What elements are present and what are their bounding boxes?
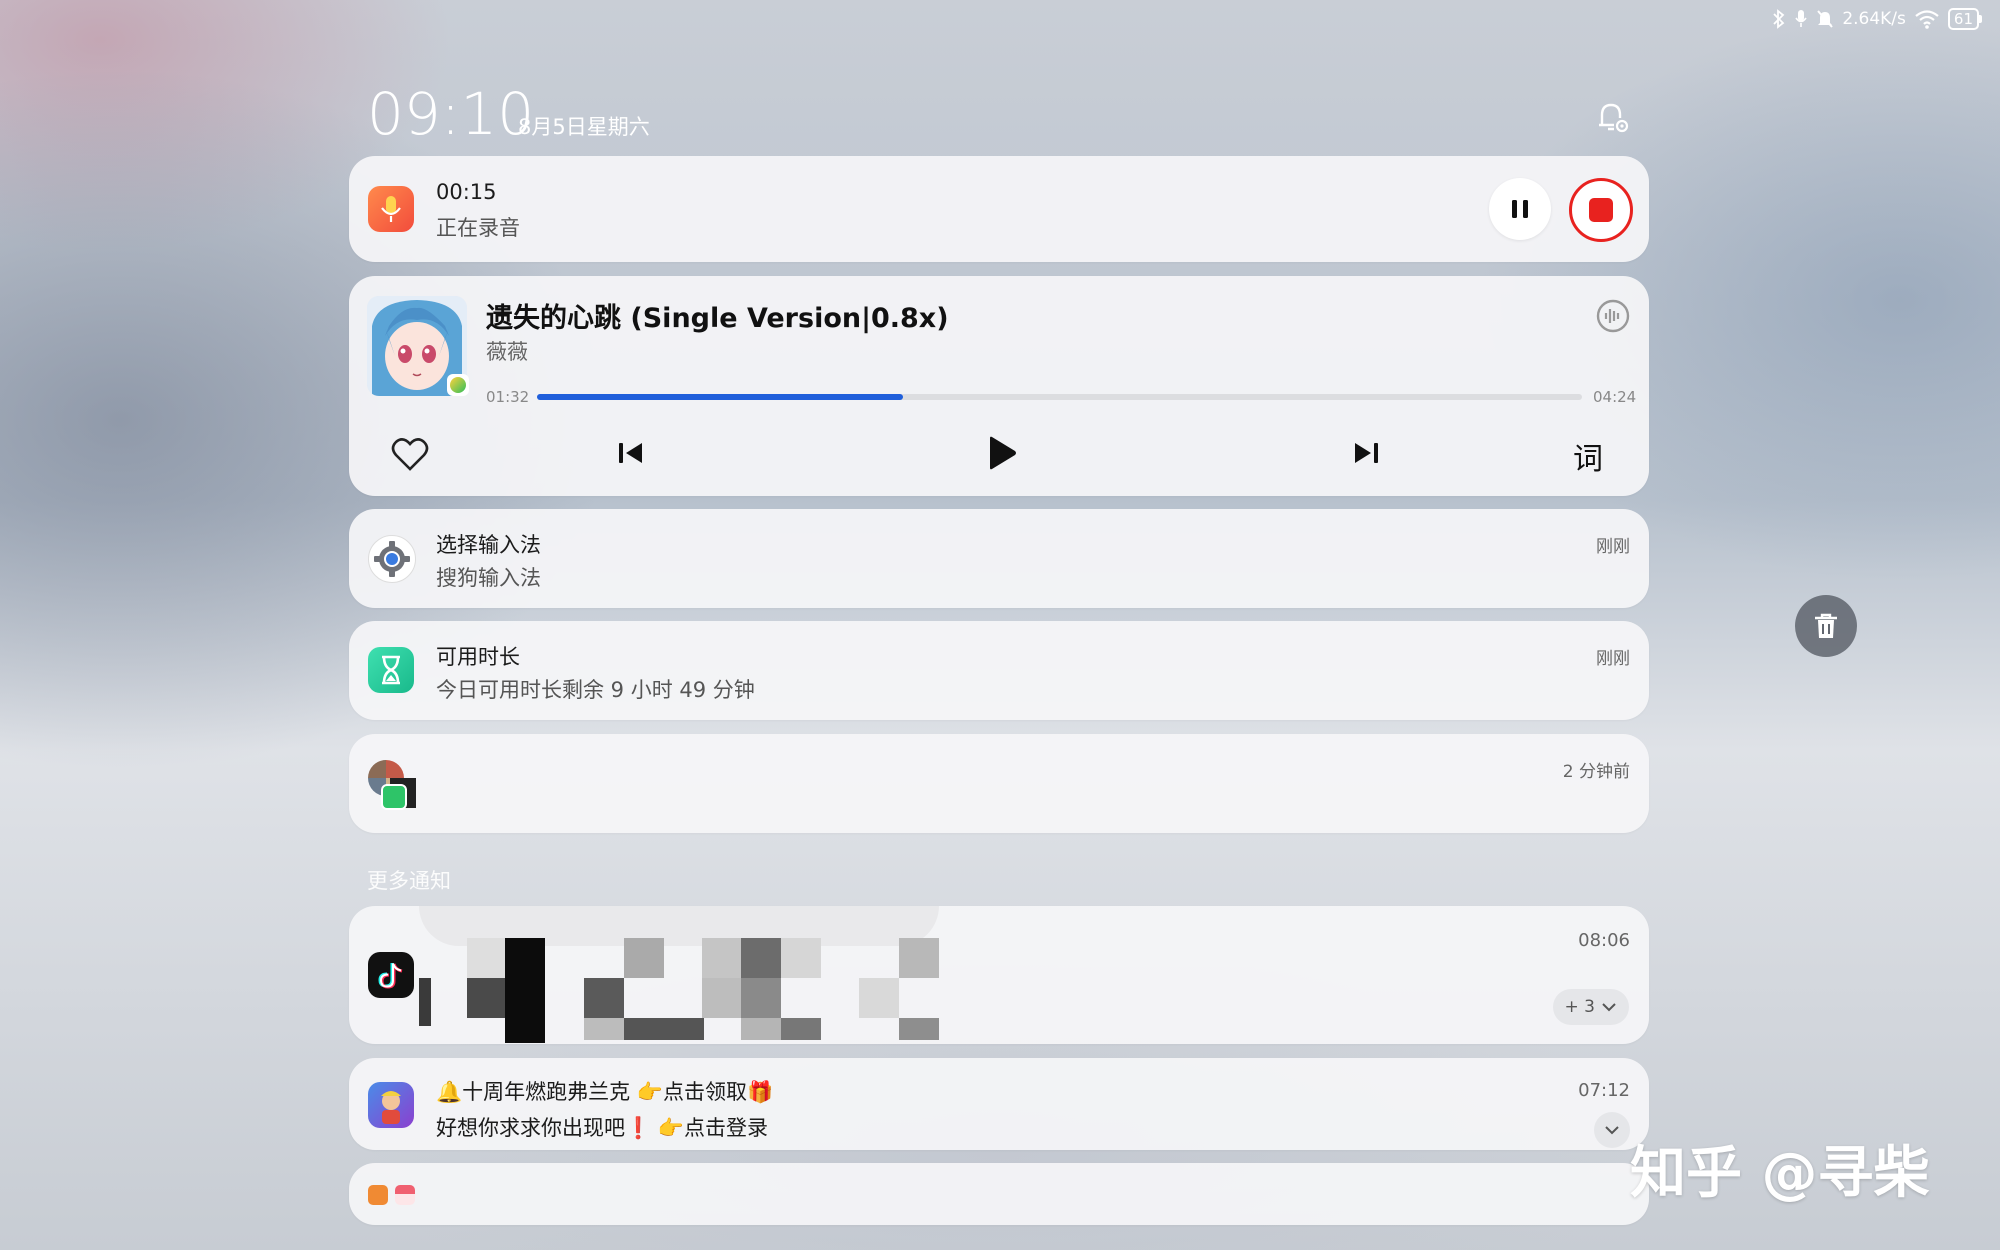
progress-track[interactable] [537,394,1582,400]
pause-button[interactable] [1489,178,1551,240]
notification-body: 今日可用时长剩余 9 小时 49 分钟 [436,678,755,702]
duration-time: 04:24 [1593,388,1637,406]
douyin-icon [368,952,414,998]
clear-all-button[interactable] [1795,595,1857,657]
bell-gear-icon[interactable] [1594,98,1632,136]
notification-time: 08:06 [1578,930,1630,951]
group-avatar [368,760,416,810]
stop-icon [1589,198,1613,222]
bluetooth-icon [1773,9,1785,29]
app-mini-icon [368,1185,388,1205]
trash-icon [1815,613,1837,638]
notification-time: 刚刚 [1596,537,1630,557]
notification-body: 好想你求求你出现吧❗ 👉点击登录 [436,1116,768,1140]
notification-time: 2 分钟前 [1562,762,1630,782]
recording-time: 00:15 [436,180,497,204]
pixelated-content [419,906,1009,1044]
battery-icon: 61 [1947,8,1982,30]
music-player-card[interactable]: 遗失的心跳 (Single Version|0.8x) 薇薇 01:32 04:… [349,276,1649,496]
song-artist: 薇薇 [486,340,528,364]
notification-input-method[interactable]: 选择输入法 搜狗输入法 刚刚 [349,509,1649,608]
status-bar: 2.64K/s 61 [1772,6,1982,32]
date: 8月5日星期六 [518,115,650,139]
wechat-badge-icon [381,784,407,810]
recording-card[interactable]: 00:15 正在录音 [349,156,1649,262]
notification-game[interactable]: 🔔十周年燃跑弗兰克 👉点击领取🎁 好想你求求你出现吧❗ 👉点击登录 07:12 [349,1058,1649,1150]
notification-time: 07:12 [1578,1080,1630,1101]
microphone-icon [368,186,414,232]
wifi-icon [1915,10,1939,29]
music-app-badge [447,374,469,396]
chevron-down-icon [1605,1126,1619,1135]
audio-effect-icon[interactable] [1595,298,1631,334]
notification-title: 选择输入法 [436,533,541,557]
watermark: 知乎 @寻柴 [1630,1141,1930,1206]
pause-icon [1512,200,1528,218]
app-mini-icon [395,1185,415,1205]
notification-title: 🔔十周年燃跑弗兰克 👉点击领取🎁 [436,1080,774,1104]
network-speed: 2.64K/s [1842,9,1906,29]
chevron-down-icon [1602,1003,1616,1012]
hourglass-icon [368,647,414,693]
play-icon[interactable] [986,435,1018,471]
notification-wechat[interactable]: 2 分钟前 [349,734,1649,833]
collapsed-notification-group[interactable] [349,1163,1649,1225]
stop-button[interactable] [1569,178,1633,242]
settings-gear-icon [368,535,416,583]
next-icon[interactable] [1352,439,1380,467]
recording-status: 正在录音 [436,216,520,240]
more-count: + 3 [1564,997,1595,1017]
notification-screen-time[interactable]: 可用时长 今日可用时长剩余 9 小时 49 分钟 刚刚 [349,621,1649,720]
clock: 09:10 [367,80,535,148]
mic-icon [1795,10,1807,27]
subway-surfers-icon [368,1082,414,1128]
heart-icon[interactable] [391,436,429,472]
notification-time: 刚刚 [1596,649,1630,669]
lyrics-button[interactable]: 词 [1573,434,1603,478]
notification-body: 搜狗输入法 [436,566,541,590]
notification-douyin[interactable]: 08:06 + 3 [349,906,1649,1044]
progress-fill [537,394,903,400]
battery-level: 61 [1947,8,1979,30]
notification-title: 可用时长 [436,645,520,669]
more-notifications-label: 更多通知 [367,869,451,893]
song-title: 遗失的心跳 (Single Version|0.8x) [486,303,949,334]
mute-icon [1817,10,1834,28]
previous-icon[interactable] [617,439,645,467]
expand-button[interactable] [1594,1112,1630,1148]
elapsed-time: 01:32 [486,388,530,406]
expand-count-button[interactable]: + 3 [1552,989,1629,1025]
